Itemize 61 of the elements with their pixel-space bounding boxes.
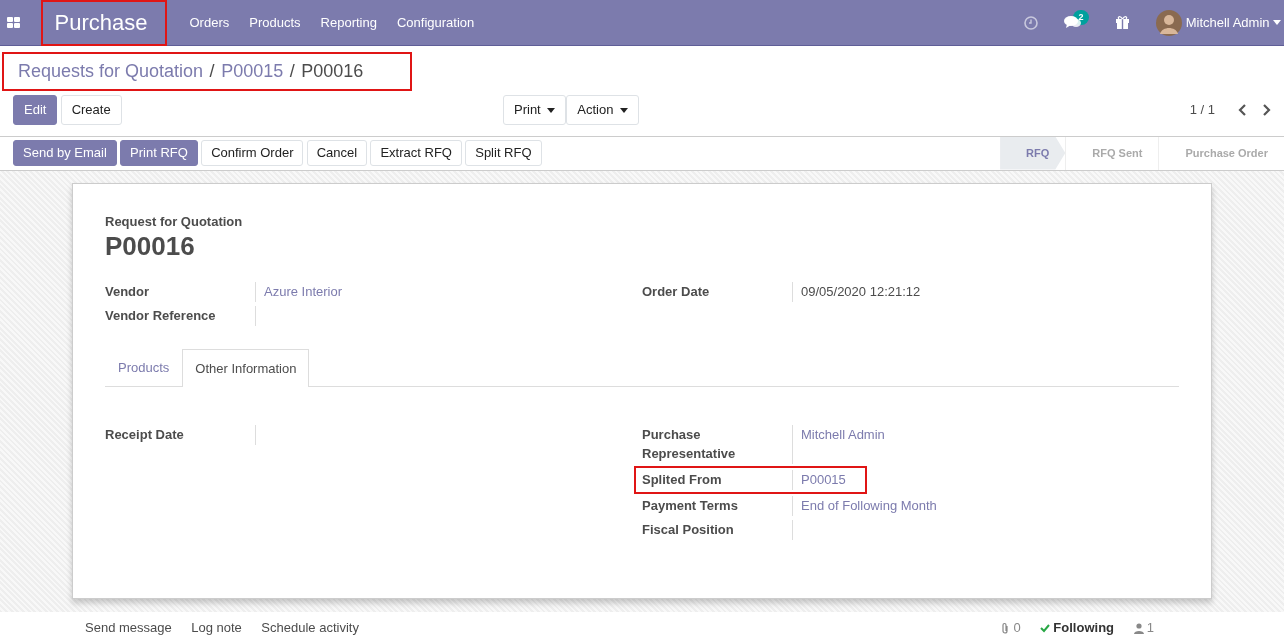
field-value[interactable]: Azure Interior: [255, 281, 642, 302]
user-menu[interactable]: Mitchell Admin: [1185, 12, 1281, 33]
app-name[interactable]: Purchase: [40, 0, 167, 46]
breadcrumb-separator: /: [289, 60, 295, 83]
chatter-action-link[interactable]: Log note: [191, 618, 242, 638]
edit-button[interactable]: Edit: [13, 95, 58, 125]
paperclip-icon[interactable]: [1000, 622, 1011, 634]
field-label: Fiscal Position: [642, 520, 735, 539]
field-label: Vendor Reference: [105, 306, 217, 325]
field-label: Receipt Date: [105, 425, 185, 444]
previous-icon[interactable]: [1238, 104, 1248, 116]
breadcrumb-separator: /: [209, 60, 215, 83]
create-button[interactable]: Create: [60, 95, 122, 125]
breadcrumb-item: P00016: [301, 60, 364, 83]
field-value[interactable]: P00015: [792, 469, 865, 490]
field-label: Purchase Representative: [642, 425, 737, 464]
gift-icon[interactable]: [1115, 15, 1131, 30]
field-label: Splited From: [642, 470, 723, 489]
status-step[interactable]: RFQ: [1000, 136, 1066, 170]
messages-icon[interactable]: [1063, 15, 1082, 30]
chatter-action-link[interactable]: Schedule activity: [261, 618, 359, 638]
header-button[interactable]: Confirm Order: [201, 140, 304, 166]
chatter-action-link[interactable]: Send message: [85, 618, 172, 638]
menu-item[interactable]: Orders: [179, 12, 240, 33]
field-label: Order Date: [642, 282, 711, 301]
record-name: P00016: [105, 231, 196, 263]
following-button[interactable]: Following: [1053, 618, 1114, 638]
caret-icon: [547, 107, 556, 113]
attachment-count: 0: [1013, 619, 1021, 638]
apps-menu-icon[interactable]: [6, 15, 21, 30]
menu-item[interactable]: Reporting: [310, 12, 387, 33]
status-step[interactable]: Purchase Order: [1158, 136, 1284, 170]
header-button[interactable]: Extract RFQ: [370, 140, 462, 166]
menu-item[interactable]: Products: [239, 12, 311, 33]
header-button[interactable]: Cancel: [306, 140, 368, 166]
field-value[interactable]: Mitchell Admin: [792, 424, 1179, 464]
check-icon: [1040, 623, 1051, 633]
caret-icon: [1272, 20, 1281, 25]
caret-icon: [619, 107, 628, 113]
field-label: Vendor: [105, 282, 151, 301]
avatar-icon[interactable]: [1156, 9, 1183, 36]
menu-item[interactable]: Configuration: [386, 12, 485, 33]
person-icon[interactable]: [1133, 622, 1144, 634]
form-subtitle: Request for Quotation: [105, 212, 244, 231]
status-step[interactable]: RFQ Sent: [1065, 136, 1159, 170]
form-tab[interactable]: Other Information: [182, 349, 310, 387]
clock-icon[interactable]: [1023, 15, 1038, 30]
follower-count: 1: [1146, 619, 1154, 638]
breadcrumb-item[interactable]: P00015: [221, 58, 284, 85]
breadcrumb-item[interactable]: Requests for Quotation: [18, 58, 204, 85]
next-icon[interactable]: [1261, 104, 1271, 116]
header-button[interactable]: Send by Email: [13, 140, 117, 166]
form-tab[interactable]: Products: [105, 349, 183, 386]
dropdown-button[interactable]: Print: [503, 95, 567, 125]
header-button[interactable]: Print RFQ: [120, 140, 198, 166]
field-value[interactable]: End of Following Month: [792, 495, 1179, 516]
dropdown-button[interactable]: Action: [566, 95, 639, 125]
header-button[interactable]: Split RFQ: [465, 140, 542, 166]
field-label: Payment Terms: [642, 496, 739, 515]
pager-counter: 1 / 1: [1189, 101, 1215, 120]
field-value: 09/05/2020 12:21:12: [792, 281, 1179, 302]
